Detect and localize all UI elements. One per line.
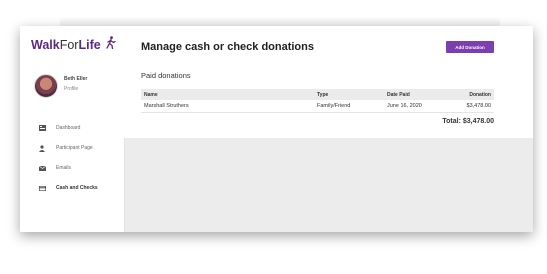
profile-link[interactable]: Profile — [64, 86, 78, 92]
logo-for: For — [59, 38, 79, 52]
cell-name: Marshall Struthers — [144, 103, 189, 109]
header-type[interactable]: Type — [317, 92, 328, 98]
cell-date-paid: June 16, 2020 — [387, 103, 422, 109]
logo[interactable]: WalkForLife — [31, 38, 101, 52]
dashboard-icon — [38, 124, 46, 132]
sidebar-item-label: Emails — [56, 165, 72, 171]
sidebar-item-label: Cash and Checks — [56, 185, 98, 191]
browser-chrome-strip — [60, 18, 500, 26]
mail-icon — [38, 164, 46, 172]
cell-donation: $3,478.00 — [466, 103, 491, 109]
main-panel: Manage cash or check donations Add Donat… — [124, 26, 533, 138]
table-header: Name Type Date Paid Donation — [141, 89, 494, 100]
logo-life: Life — [78, 38, 101, 52]
sidebar-item-participant-page[interactable]: Participant Page — [38, 143, 120, 153]
walker-icon — [105, 36, 116, 54]
sidebar-item-cash-and-checks[interactable]: Cash and Checks — [38, 183, 120, 193]
app-window: WalkForLife Beth Eller Profile Dashboard… — [20, 26, 533, 232]
credit-card-icon — [38, 184, 46, 192]
add-donation-button[interactable]: Add Donation — [446, 41, 494, 53]
page-title: Manage cash or check donations — [141, 41, 314, 53]
person-icon — [38, 144, 46, 152]
sidebar-item-label: Participant Page — [56, 145, 93, 151]
header-date-paid[interactable]: Date Paid — [387, 92, 410, 98]
table-row[interactable]: Marshall Struthers Family/Friend June 16… — [141, 100, 494, 113]
avatar[interactable] — [34, 74, 58, 98]
sidebar: WalkForLife Beth Eller Profile Dashboard… — [20, 26, 125, 232]
sidebar-item-label: Dashboard — [56, 125, 81, 131]
header-name[interactable]: Name — [144, 92, 158, 98]
header-donation[interactable]: Donation — [469, 92, 491, 98]
donations-table: Name Type Date Paid Donation Marshall St… — [141, 89, 494, 113]
user-name: Beth Eller — [64, 76, 88, 82]
cell-type: Family/Friend — [317, 103, 351, 109]
logo-walk: Walk — [31, 38, 60, 52]
section-title: Paid donations — [141, 71, 191, 80]
sidebar-item-dashboard[interactable]: Dashboard — [38, 123, 120, 133]
donation-total: Total: $3,478.00 — [442, 118, 494, 125]
sidebar-item-emails[interactable]: Emails — [38, 163, 120, 173]
